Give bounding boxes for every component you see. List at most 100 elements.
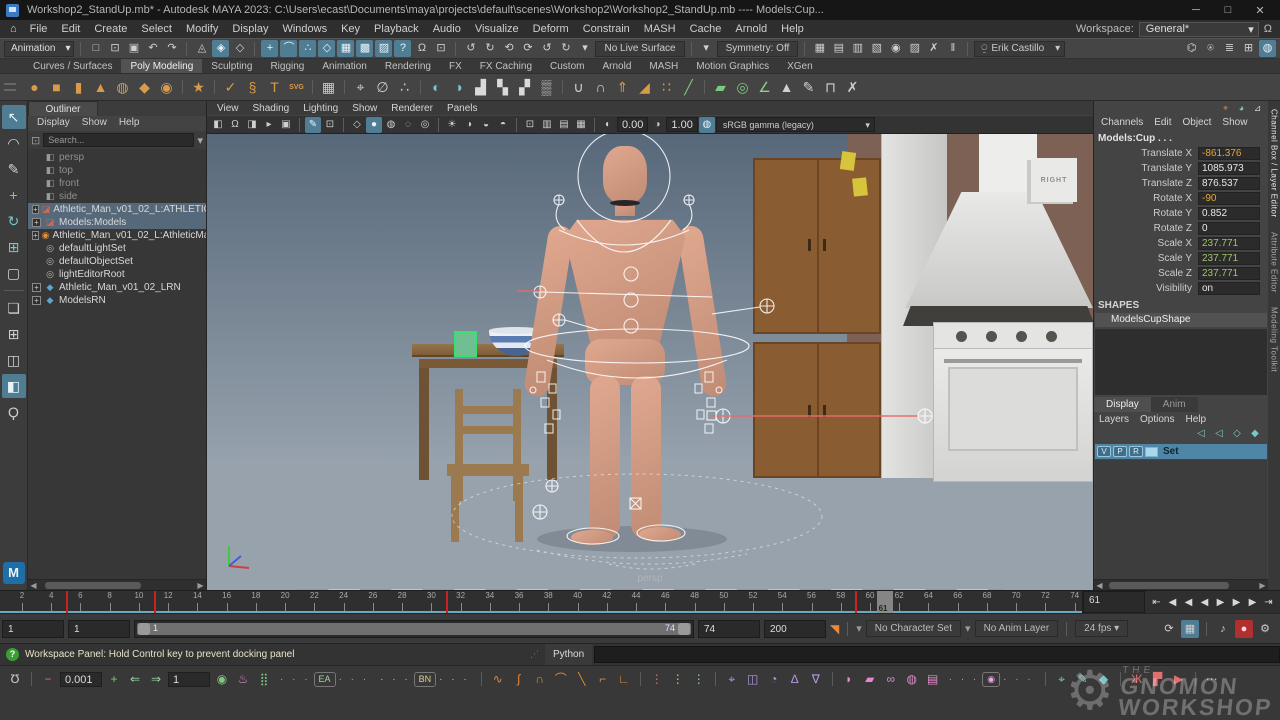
toggle-hik-character-icon[interactable]: ⍟	[1202, 40, 1219, 57]
keyframe-marker[interactable]	[855, 591, 857, 613]
scroll-left-icon[interactable]: ◀	[1094, 581, 1105, 590]
knife-tool-icon[interactable]: ✎	[798, 77, 819, 98]
maximize-button[interactable]: □	[1214, 4, 1242, 17]
poly-cylinder-icon[interactable]: ▮	[68, 77, 89, 98]
outliner-item-side[interactable]: ◧side	[28, 190, 206, 203]
menu-arnold[interactable]: Arnold	[728, 23, 774, 35]
outliner-item-athletic-man-v01-02-l-athletic-ma[interactable]: +◪Athletic_Man_v01_02_L:ATHLETIC_MA	[28, 203, 206, 216]
menu-visualize[interactable]: Visualize	[468, 23, 526, 35]
select-by-component-icon[interactable]: ◇	[231, 40, 248, 57]
home-icon[interactable]: ⌂	[4, 23, 23, 35]
manipulator-icon[interactable]: ⌖	[1219, 102, 1232, 115]
shelf-tab-fx[interactable]: FX	[440, 59, 471, 73]
wireframe-icon[interactable]: ◇	[349, 117, 365, 133]
close-button[interactable]: ✕	[1246, 4, 1274, 17]
shelf-tab-mash[interactable]: MASH	[640, 59, 687, 73]
input-connections-icon[interactable]: ↻	[481, 40, 498, 57]
channel-value-field[interactable]: 0	[1198, 222, 1260, 235]
viewport-menu-panels[interactable]: Panels	[441, 103, 484, 114]
smooth-shade-icon[interactable]: ●	[366, 117, 382, 133]
animation-start-field[interactable]: 1	[2, 620, 64, 638]
step-back-key-button[interactable]: ◀	[1165, 594, 1180, 611]
walk-cycle-icon[interactable]: ∆	[786, 670, 804, 688]
shelf-tab-custom[interactable]: Custom	[541, 59, 593, 73]
crease-tool-icon[interactable]: ∠	[754, 77, 775, 98]
paint-selection-tool[interactable]: ✎	[2, 157, 26, 181]
symmetry-tool-icon[interactable]: ⊓	[820, 77, 841, 98]
channel-row-rotate-z[interactable]: Rotate Z0	[1094, 221, 1268, 236]
outliner-item-modelsrn[interactable]: +◆ModelsRN	[28, 294, 206, 307]
move-layer-up-icon[interactable]: ◁	[1194, 427, 1208, 441]
search-input[interactable]: Search...	[43, 133, 194, 147]
zero-transform-icon[interactable]: ∅	[372, 77, 393, 98]
mirror-icon[interactable]: ◐	[426, 77, 447, 98]
viewport-menu-renderer[interactable]: Renderer	[385, 103, 439, 114]
image-plane-icon[interactable]: ▣	[278, 117, 294, 133]
live-surface-field[interactable]: No Live Surface	[595, 41, 684, 57]
snap-to-grids-icon[interactable]: +	[261, 40, 278, 57]
flag-icon[interactable]: ▛	[1149, 670, 1167, 688]
channel-row-rotate-x[interactable]: Rotate X-90	[1094, 191, 1268, 206]
poly-sphere-icon[interactable]: ●	[24, 77, 45, 98]
channel-value-field[interactable]: 0.852	[1198, 207, 1260, 220]
outliner-menu-display[interactable]: Display	[32, 117, 75, 130]
more-options-icon[interactable]: ⋯	[1203, 670, 1221, 688]
toggle-modeling-toolkit-icon[interactable]: ⌬	[1183, 40, 1200, 57]
step-back-frame-button[interactable]: ◀	[1181, 594, 1196, 611]
menu-set-dropdown[interactable]: Animation▾	[4, 41, 74, 57]
resize-handle-icon[interactable]: ⋰	[530, 649, 539, 660]
xray-icon[interactable]: ▥	[539, 117, 555, 133]
pose-library-icon[interactable]: ∇	[807, 670, 825, 688]
flip-icon[interactable]: ◑	[448, 77, 469, 98]
scroll-left-icon[interactable]: ◀	[28, 581, 39, 590]
workspace-dropdown[interactable]: General*▾	[1139, 22, 1259, 37]
menu-deform[interactable]: Deform	[526, 23, 576, 35]
menu-help[interactable]: Help	[774, 23, 811, 35]
shelf-tab-animation[interactable]: Animation	[313, 59, 375, 73]
menu-display[interactable]: Display	[225, 23, 275, 35]
layer-editor-tab-display[interactable]: Display	[1094, 397, 1151, 412]
shelf-tab-rigging[interactable]: Rigging	[261, 59, 313, 73]
shelf-tab-motion-graphics[interactable]: Motion Graphics	[687, 59, 778, 73]
go-to-end-button[interactable]: ⇥	[1261, 594, 1276, 611]
toggle-attribute-editor-icon[interactable]: ⊞	[1240, 40, 1257, 57]
poly-plane-icon[interactable]: ◆	[134, 77, 155, 98]
layer-toggle-r[interactable]: R	[1129, 446, 1143, 457]
shelf-tab-poly-modeling[interactable]: Poly Modeling	[121, 59, 202, 73]
tween-value-field[interactable]: 0.001	[60, 672, 102, 687]
poly-torus-icon[interactable]: ◍	[112, 77, 133, 98]
user-account-dropdown[interactable]: ⍜Erik Castillo▾	[974, 41, 1065, 57]
mute-audio-icon[interactable]: ♪	[1214, 620, 1232, 638]
film-gate-icon[interactable]: ▤	[556, 117, 572, 133]
open-scene-icon[interactable]: ⊡	[106, 40, 123, 57]
menu-modify[interactable]: Modify	[179, 23, 225, 35]
channel-box-menu-channels[interactable]: Channels	[1096, 115, 1148, 130]
step-forward-key-button[interactable]: ▶	[1245, 594, 1260, 611]
animbot-logo-icon[interactable]: Ʊ	[6, 670, 24, 688]
web-icon[interactable]: ◍	[903, 670, 921, 688]
step-value-field[interactable]: 1	[168, 672, 210, 687]
exposure-field[interactable]: 0.00	[617, 117, 648, 132]
channel-value-field[interactable]: -90	[1198, 192, 1260, 205]
platonic-solid-icon[interactable]: ★	[188, 77, 209, 98]
pause-viewport-icon[interactable]: ‖	[944, 40, 961, 57]
lock-selection-icon[interactable]: Ω	[413, 40, 430, 57]
keyframe-marker[interactable]	[154, 591, 156, 613]
channel-value-field[interactable]: 237.771	[1198, 252, 1260, 265]
select-by-hierarchy-icon[interactable]: ◬	[193, 40, 210, 57]
bridge-icon[interactable]: ∷	[656, 77, 677, 98]
minimize-button[interactable]: ─	[1182, 4, 1210, 17]
channel-box-hscrollbar[interactable]: ◀ ▶	[1094, 579, 1268, 590]
outliner-item-athletic-man-v01-02-lrn[interactable]: +◆Athletic_Man_v01_02_LRN	[28, 281, 206, 294]
layer-editor-menu-options[interactable]: Options	[1135, 412, 1179, 427]
ease-slider[interactable]: · · ·EA· · ·	[276, 672, 373, 687]
channel-row-translate-x[interactable]: Translate X-861.376	[1094, 146, 1268, 161]
snap-to-curves-icon[interactable]: ⌒	[280, 40, 297, 57]
channel-box-menu-show[interactable]: Show	[1217, 115, 1252, 130]
play-forwards-button[interactable]: ▶	[1213, 594, 1228, 611]
viewport-menu-shading[interactable]: Shading	[247, 103, 296, 114]
select-by-object-icon[interactable]: ◈	[212, 40, 229, 57]
layer-color-swatch[interactable]	[1145, 447, 1158, 457]
step-forward-frame-button[interactable]: ▶	[1229, 594, 1244, 611]
layout-four-pane[interactable]: ⊞	[2, 322, 26, 346]
